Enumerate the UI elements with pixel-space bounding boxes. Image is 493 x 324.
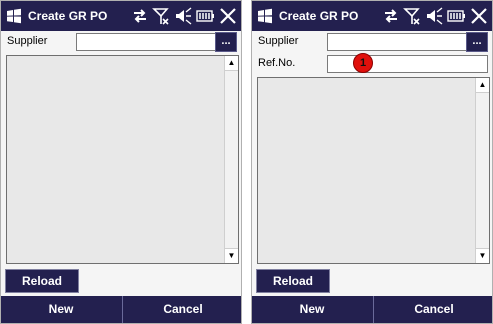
list-scrollbar[interactable]: ▲ ▼ <box>224 56 238 263</box>
supplier-browse-button[interactable]: ... <box>215 32 237 52</box>
speaker-mute-icon[interactable] <box>174 6 192 26</box>
supplier-label: Supplier <box>258 35 299 47</box>
results-list[interactable]: ▲ ▼ <box>6 55 239 264</box>
softkey-bar: New Cancel <box>252 296 492 323</box>
screen-before: Create GR PO Supplier ... ▲ ▼ Reload New… <box>0 0 242 324</box>
scroll-down-icon[interactable]: ▼ <box>476 248 489 263</box>
supplier-label: Supplier <box>7 35 48 47</box>
speaker-mute-icon[interactable] <box>425 6 443 26</box>
title-bar: Create GR PO <box>252 1 492 31</box>
screen-after: Create GR PO Supplier ... Ref.No. 1 ▲ ▼ … <box>251 0 493 324</box>
new-button[interactable]: New <box>252 296 372 323</box>
windows-start-icon[interactable] <box>256 7 274 25</box>
list-scrollbar[interactable]: ▲ ▼ <box>475 78 489 263</box>
scroll-up-icon[interactable]: ▲ <box>225 56 238 71</box>
title-bar: Create GR PO <box>1 1 241 31</box>
supplier-browse-button[interactable]: ... <box>466 32 488 52</box>
softkey-bar: New Cancel <box>1 296 241 323</box>
reload-button[interactable]: Reload <box>5 269 79 293</box>
scroll-up-icon[interactable]: ▲ <box>476 78 489 93</box>
battery-icon[interactable] <box>447 6 465 26</box>
sync-arrows-icon[interactable] <box>131 6 149 26</box>
scroll-down-icon[interactable]: ▼ <box>225 248 238 263</box>
status-icons <box>382 6 490 26</box>
new-button[interactable]: New <box>1 296 121 323</box>
cancel-button[interactable]: Cancel <box>122 296 241 323</box>
close-icon[interactable] <box>470 6 488 26</box>
supplier-field[interactable] <box>76 33 216 51</box>
annotation-marker: 1 <box>353 53 373 73</box>
page-title: Create GR PO <box>279 9 359 23</box>
results-list[interactable]: ▲ ▼ <box>257 77 490 264</box>
cancel-button[interactable]: Cancel <box>373 296 492 323</box>
windows-start-icon[interactable] <box>5 7 23 25</box>
status-icons <box>131 6 239 26</box>
supplier-field[interactable] <box>327 33 467 51</box>
page-title: Create GR PO <box>28 9 108 23</box>
close-icon[interactable] <box>219 6 237 26</box>
sync-arrows-icon[interactable] <box>382 6 400 26</box>
reload-button[interactable]: Reload <box>256 269 330 293</box>
ref-no-label: Ref.No. <box>258 57 296 69</box>
ref-no-field[interactable] <box>327 55 488 73</box>
battery-icon[interactable] <box>196 6 214 26</box>
signal-off-icon[interactable] <box>403 6 421 26</box>
signal-off-icon[interactable] <box>152 6 170 26</box>
